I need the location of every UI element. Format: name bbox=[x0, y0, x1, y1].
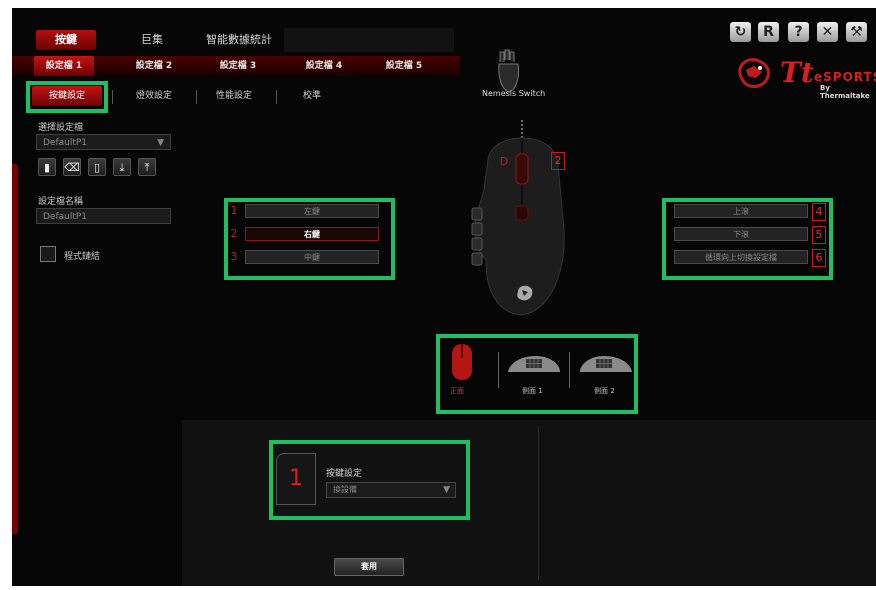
tab-strip-filler bbox=[284, 28, 454, 52]
app-window: 按鍵 巨集 智能數據統計 ↻ R ? ✕ ⚒ Tt eSPORTS By The… bbox=[12, 8, 876, 586]
profile-tab-2[interactable]: 設定檔 2 bbox=[124, 56, 184, 76]
delete-icon[interactable]: ⌫ bbox=[63, 158, 81, 176]
help-icon[interactable]: ? bbox=[788, 22, 809, 42]
select-profile-label: 選擇設定檔 bbox=[38, 123, 84, 133]
mouse-label-2: 2 bbox=[551, 152, 565, 170]
profile-name-value: DefaultP1 bbox=[43, 212, 88, 222]
apply-button[interactable]: 套用 bbox=[334, 558, 404, 576]
tab-macro[interactable]: 巨集 bbox=[122, 30, 182, 50]
tab-smart-stats[interactable]: 智能數據統計 bbox=[194, 30, 284, 50]
save-icon[interactable]: ▮ bbox=[38, 158, 56, 176]
profile-tab-1[interactable]: 設定檔 1 bbox=[34, 56, 94, 76]
highlight-box bbox=[224, 198, 395, 280]
divider bbox=[538, 426, 539, 580]
profile-bar: 設定檔 1 設定檔 2 設定檔 3 設定檔 4 設定檔 5 bbox=[12, 56, 460, 76]
reset-icon[interactable]: R bbox=[758, 22, 779, 42]
highlight-box bbox=[26, 81, 108, 113]
profile-select-value: DefaultP1 bbox=[43, 138, 88, 148]
import-icon[interactable]: ⤓ bbox=[113, 158, 131, 176]
profile-tab-5[interactable]: 設定檔 5 bbox=[374, 56, 434, 76]
profile-tab-3[interactable]: 設定檔 3 bbox=[208, 56, 268, 76]
divider bbox=[112, 90, 113, 104]
divider bbox=[196, 90, 197, 104]
tt-logo: Tt bbox=[780, 56, 814, 89]
chevron-down-icon: ▼ bbox=[157, 138, 164, 148]
divider bbox=[276, 90, 277, 104]
mouse-label-d: D bbox=[499, 155, 509, 168]
tab-buttons[interactable]: 按鍵 bbox=[36, 30, 96, 50]
profile-tab-4[interactable]: 設定檔 4 bbox=[294, 56, 354, 76]
profile-name-label: 設定檔名稱 bbox=[38, 197, 84, 207]
export-icon[interactable]: ⤒ bbox=[138, 158, 156, 176]
copy-icon[interactable]: ▯ bbox=[88, 158, 106, 176]
highlight-box bbox=[269, 440, 470, 520]
highlight-box bbox=[436, 334, 638, 414]
sidebar-accent bbox=[12, 164, 18, 534]
dragon-logo-icon bbox=[734, 56, 774, 92]
nemesis-switch-icon[interactable] bbox=[494, 48, 524, 94]
refresh-icon[interactable]: ↻ bbox=[730, 22, 751, 42]
subtab-lighting[interactable]: 燈效設定 bbox=[124, 86, 184, 106]
thermaltake-logo: By Thermaltake bbox=[820, 84, 870, 100]
tools-icon[interactable]: ⚒ bbox=[846, 22, 867, 42]
subtab-calibration[interactable]: 校準 bbox=[282, 86, 342, 106]
mouse-image bbox=[452, 120, 592, 335]
program-link-label: 程式鏈結 bbox=[64, 252, 101, 262]
esports-logo: eSPORTS bbox=[814, 70, 876, 84]
program-link-checkbox[interactable] bbox=[40, 246, 56, 262]
subtab-performance[interactable]: 性能設定 bbox=[204, 86, 264, 106]
profile-name-input[interactable]: DefaultP1 bbox=[36, 208, 171, 224]
profile-select[interactable]: DefaultP1 ▼ bbox=[36, 134, 171, 150]
close-icon[interactable]: ✕ bbox=[817, 22, 838, 42]
nemesis-switch-label: Nemesis Switch bbox=[482, 89, 546, 98]
highlight-box bbox=[662, 198, 833, 280]
